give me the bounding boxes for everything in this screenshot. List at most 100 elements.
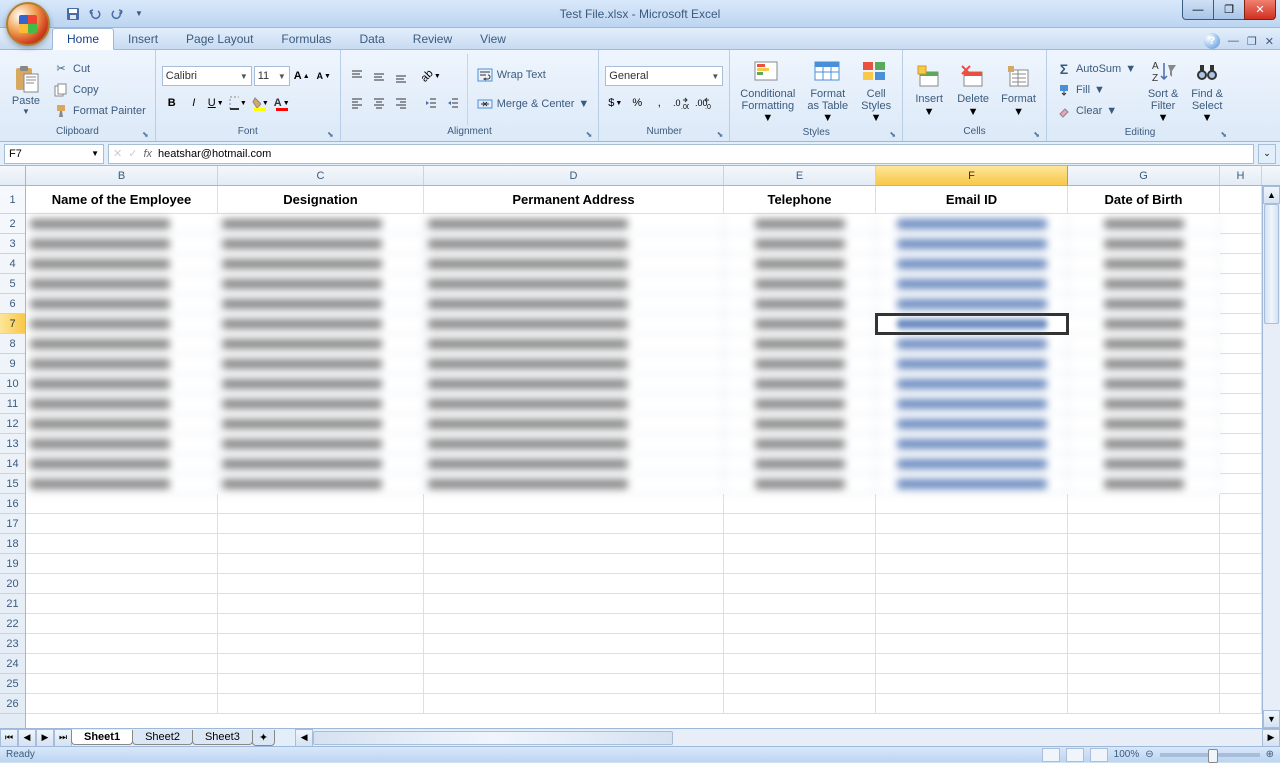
cell-C26[interactable] <box>218 694 424 714</box>
minimize-ribbon-icon[interactable]: — <box>1228 35 1239 47</box>
cell-D20[interactable] <box>424 574 724 594</box>
cell-H7[interactable] <box>1220 314 1262 334</box>
cell-F6[interactable] <box>876 294 1068 314</box>
cell-E25[interactable] <box>724 674 876 694</box>
cell-B26[interactable] <box>26 694 218 714</box>
cell-B12[interactable] <box>26 414 218 434</box>
column-header-D[interactable]: D <box>424 166 724 185</box>
zoom-slider[interactable] <box>1160 753 1260 757</box>
cell-E26[interactable] <box>724 694 876 714</box>
cell-C11[interactable] <box>218 394 424 414</box>
cell-G2[interactable] <box>1068 214 1220 234</box>
row-header-4[interactable]: 4 <box>0 254 25 274</box>
cell-B24[interactable] <box>26 654 218 674</box>
cell-B2[interactable] <box>26 214 218 234</box>
percent-button[interactable]: % <box>627 93 647 113</box>
cell-F26[interactable] <box>876 694 1068 714</box>
tab-home[interactable]: Home <box>52 28 114 50</box>
cell-C20[interactable] <box>218 574 424 594</box>
cell-C17[interactable] <box>218 514 424 534</box>
maximize-button[interactable]: ❐ <box>1213 0 1245 20</box>
increase-indent-button[interactable] <box>443 93 463 113</box>
cell-C12[interactable] <box>218 414 424 434</box>
tab-formulas[interactable]: Formulas <box>267 29 345 49</box>
row-header-16[interactable]: 16 <box>0 494 25 514</box>
cell-H14[interactable] <box>1220 454 1262 474</box>
cell-C18[interactable] <box>218 534 424 554</box>
zoom-out-button[interactable]: ⊖ <box>1145 749 1153 760</box>
cell-F21[interactable] <box>876 594 1068 614</box>
cell-H19[interactable] <box>1220 554 1262 574</box>
cell-G23[interactable] <box>1068 634 1220 654</box>
format-as-table-button[interactable]: Format as Table▼ <box>803 54 852 126</box>
cell-H22[interactable] <box>1220 614 1262 634</box>
cell-C10[interactable] <box>218 374 424 394</box>
cell-E2[interactable] <box>724 214 876 234</box>
delete-cells-button[interactable]: Delete▼ <box>953 54 993 125</box>
cell-E19[interactable] <box>724 554 876 574</box>
cancel-formula-icon[interactable]: ✕ <box>113 147 122 160</box>
cell-styles-button[interactable]: Cell Styles▼ <box>856 54 896 126</box>
formula-input[interactable]: ✕ ✓ fx heatshar@hotmail.com <box>108 144 1254 164</box>
cell-B18[interactable] <box>26 534 218 554</box>
cell-F20[interactable] <box>876 574 1068 594</box>
cell-F13[interactable] <box>876 434 1068 454</box>
row-header-13[interactable]: 13 <box>0 434 25 454</box>
comma-button[interactable]: , <box>649 93 669 113</box>
row-header-25[interactable]: 25 <box>0 674 25 694</box>
clear-button[interactable]: Clear▼ <box>1053 101 1139 121</box>
cell-C24[interactable] <box>218 654 424 674</box>
cell-B15[interactable] <box>26 474 218 494</box>
page-break-view-button[interactable] <box>1090 748 1108 762</box>
row-header-10[interactable]: 10 <box>0 374 25 394</box>
decrease-decimal-button[interactable]: .00.0 <box>693 93 713 113</box>
cell-C21[interactable] <box>218 594 424 614</box>
cell-H23[interactable] <box>1220 634 1262 654</box>
cell-H16[interactable] <box>1220 494 1262 514</box>
cell-H8[interactable] <box>1220 334 1262 354</box>
normal-view-button[interactable] <box>1042 748 1060 762</box>
zoom-level[interactable]: 100% <box>1114 749 1140 760</box>
copy-button[interactable]: Copy <box>50 80 149 100</box>
cell-D4[interactable] <box>424 254 724 274</box>
cell-F7[interactable] <box>876 314 1068 334</box>
cell-G3[interactable] <box>1068 234 1220 254</box>
cell-G12[interactable] <box>1068 414 1220 434</box>
cell-C6[interactable] <box>218 294 424 314</box>
cell-H15[interactable] <box>1220 474 1262 494</box>
cell-B8[interactable] <box>26 334 218 354</box>
cell-G20[interactable] <box>1068 574 1220 594</box>
font-size-combo[interactable]: 11▼ <box>254 66 290 86</box>
cell-G9[interactable] <box>1068 354 1220 374</box>
cell-D9[interactable] <box>424 354 724 374</box>
cell-E1[interactable]: Telephone <box>724 186 876 214</box>
conditional-formatting-button[interactable]: Conditional Formatting▼ <box>736 54 799 126</box>
align-left-button[interactable] <box>347 93 367 113</box>
cell-F18[interactable] <box>876 534 1068 554</box>
cell-G26[interactable] <box>1068 694 1220 714</box>
row-header-6[interactable]: 6 <box>0 294 25 314</box>
cell-C2[interactable] <box>218 214 424 234</box>
cell-G4[interactable] <box>1068 254 1220 274</box>
cell-D24[interactable] <box>424 654 724 674</box>
cell-H6[interactable] <box>1220 294 1262 314</box>
cell-D15[interactable] <box>424 474 724 494</box>
cells-area[interactable]: Name of the EmployeeDesignationPermanent… <box>26 186 1262 728</box>
cell-B3[interactable] <box>26 234 218 254</box>
last-sheet-button[interactable]: ⏭ <box>54 729 72 747</box>
cell-H18[interactable] <box>1220 534 1262 554</box>
cell-F9[interactable] <box>876 354 1068 374</box>
scroll-thumb[interactable] <box>1264 204 1279 324</box>
cell-D17[interactable] <box>424 514 724 534</box>
row-header-8[interactable]: 8 <box>0 334 25 354</box>
cell-H5[interactable] <box>1220 274 1262 294</box>
currency-button[interactable]: $▼ <box>605 93 625 113</box>
sheet-tab-3[interactable]: Sheet3 <box>192 730 253 745</box>
cell-F8[interactable] <box>876 334 1068 354</box>
cell-F3[interactable] <box>876 234 1068 254</box>
column-header-C[interactable]: C <box>218 166 424 185</box>
cell-D16[interactable] <box>424 494 724 514</box>
format-painter-button[interactable]: Format Painter <box>50 101 149 121</box>
cell-C1[interactable]: Designation <box>218 186 424 214</box>
cell-D2[interactable] <box>424 214 724 234</box>
